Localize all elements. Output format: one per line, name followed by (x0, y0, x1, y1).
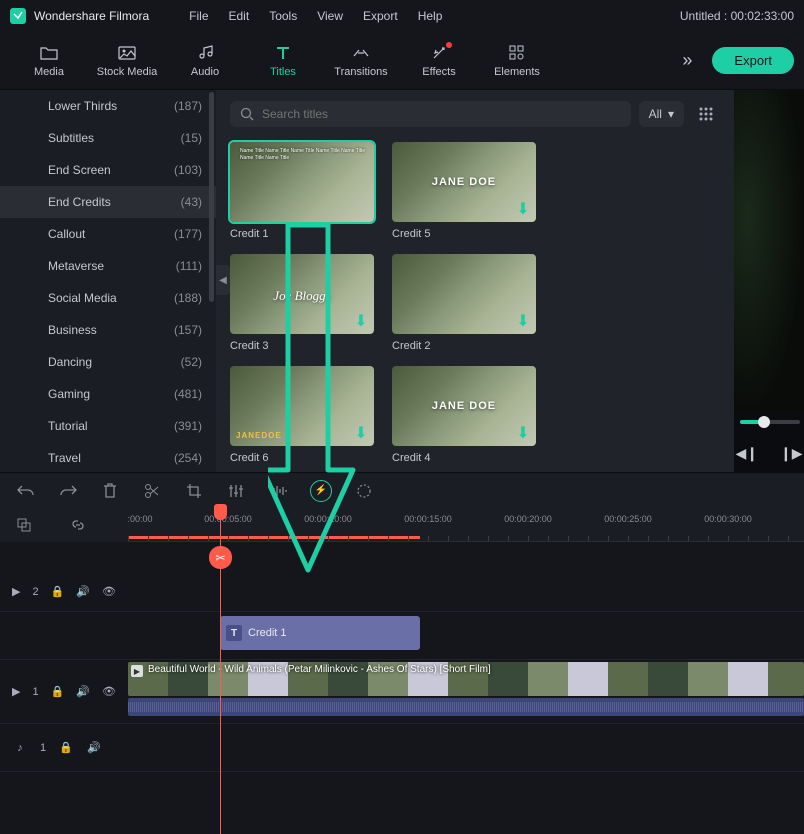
download-icon[interactable]: ⬇ (352, 424, 370, 442)
undo-button[interactable] (16, 481, 36, 501)
app-name: Wondershare Filmora (34, 9, 149, 23)
search-icon (240, 107, 254, 121)
grid-view-toggle[interactable] (692, 100, 720, 128)
next-frame-button[interactable]: ❙▶ (780, 445, 803, 462)
lock-icon[interactable]: 🔒 (51, 685, 65, 698)
clip-title[interactable]: T Credit 1 (220, 616, 420, 650)
category-subtitles[interactable]: Subtitles(15) (0, 122, 216, 154)
lock-icon[interactable]: 🔒 (51, 585, 65, 598)
tab-stock-media[interactable]: Stock Media (88, 36, 166, 86)
track-video-icon: ▶ (12, 685, 21, 698)
thumb-credit-3[interactable]: Joe Bloggs⬇ Credit 3 (230, 254, 374, 352)
export-button[interactable]: Export (712, 47, 794, 74)
timeline-link-icon[interactable] (70, 517, 86, 533)
visibility-icon[interactable]: 👁 (102, 685, 116, 698)
volume-slider[interactable] (740, 420, 800, 424)
tab-titles[interactable]: Titles (244, 36, 322, 86)
track-audio-icon: ♪ (12, 742, 28, 754)
thumb-credit-2[interactable]: ⬇ Credit 2 (392, 254, 536, 352)
category-social-media[interactable]: Social Media(188) (0, 282, 216, 314)
category-gaming[interactable]: Gaming(481) (0, 378, 216, 410)
audio-edit-button[interactable] (268, 481, 288, 501)
category-travel[interactable]: Travel(254) (0, 442, 216, 472)
main-menu: File Edit Tools View Export Help (189, 9, 442, 23)
clip-video[interactable]: ▶ Beautiful World - Wild Animals (Petar … (128, 662, 804, 696)
playhead[interactable]: ✂ (220, 508, 221, 834)
category-end-screen[interactable]: End Screen(103) (0, 154, 216, 186)
adjust-button[interactable] (226, 481, 246, 501)
menu-file[interactable]: File (189, 9, 208, 23)
preview-panel: ◀❙ ❙▶ (734, 90, 804, 472)
music-icon (196, 44, 214, 62)
sidebar-collapse-handle[interactable]: ◀ (216, 265, 230, 295)
mute-icon[interactable]: 🔊 (86, 741, 102, 754)
thumb-credit-6[interactable]: JANEDOE⬇ Credit 6 (230, 366, 374, 464)
visibility-icon[interactable]: 👁 (102, 585, 116, 598)
main-panel: Lower Thirds(187) Subtitles(15) End Scre… (0, 90, 804, 472)
tab-audio[interactable]: Audio (166, 36, 244, 86)
download-icon[interactable]: ⬇ (514, 200, 532, 218)
timeline-snap-icon[interactable] (16, 517, 32, 533)
chevron-down-icon: ▾ (668, 107, 674, 121)
category-business[interactable]: Business(157) (0, 314, 216, 346)
menu-edit[interactable]: Edit (229, 9, 250, 23)
menu-export[interactable]: Export (363, 9, 398, 23)
split-button[interactable] (142, 481, 162, 501)
timeline-ruler[interactable]: :00:00 00:00:05:00 00:00:10:00 00:00:15:… (128, 508, 804, 542)
mute-icon[interactable]: 🔊 (76, 585, 90, 598)
timeline-toolbar: ⚡ (0, 472, 804, 508)
download-icon[interactable]: ⬇ (514, 424, 532, 442)
tab-media[interactable]: Media (10, 36, 88, 86)
color-button[interactable] (354, 481, 374, 501)
tab-elements[interactable]: Elements (478, 36, 556, 86)
media-tabs: Media Stock Media Audio Titles Transitio… (0, 32, 804, 90)
redo-button[interactable] (58, 481, 78, 501)
elements-icon (508, 44, 526, 62)
category-metaverse[interactable]: Metaverse(111) (0, 250, 216, 282)
playhead-split-icon[interactable]: ✂ (209, 546, 232, 569)
preview-viewport (734, 90, 804, 412)
lock-icon[interactable]: 🔒 (58, 741, 74, 754)
thumb-credit-4[interactable]: JANE DOE⬇ Credit 4 (392, 366, 536, 464)
download-icon[interactable]: ⬇ (352, 312, 370, 330)
crop-button[interactable] (184, 481, 204, 501)
search-input[interactable] (262, 107, 621, 121)
folder-icon (40, 44, 58, 62)
titles-browser: All ▾ Name Title Name Title Name Title N… (216, 90, 734, 472)
category-lower-thirds[interactable]: Lower Thirds(187) (0, 90, 216, 122)
category-sidebar: Lower Thirds(187) Subtitles(15) End Scre… (0, 90, 216, 472)
menu-tools[interactable]: Tools (269, 9, 297, 23)
more-tabs-icon[interactable]: » (682, 50, 692, 71)
project-info: Untitled : 00:02:33:00 (680, 9, 794, 23)
timeline: :00:00 00:00:05:00 00:00:10:00 00:00:15:… (0, 508, 804, 834)
titles-icon (274, 44, 292, 62)
clip-audio-waveform[interactable] (128, 698, 804, 716)
transitions-icon (352, 44, 370, 62)
menu-view[interactable]: View (317, 9, 343, 23)
category-callout[interactable]: Callout(177) (0, 218, 216, 250)
app-logo-icon (10, 8, 26, 24)
category-tutorial[interactable]: Tutorial(391) (0, 410, 216, 442)
filter-dropdown[interactable]: All ▾ (639, 101, 684, 127)
prev-frame-button[interactable]: ◀❙ (736, 445, 759, 462)
playhead-marker-icon (214, 504, 227, 520)
tab-effects[interactable]: Effects (400, 36, 478, 86)
titlebar: Wondershare Filmora File Edit Tools View… (0, 0, 804, 32)
thumb-credit-5[interactable]: JANE DOE⬇ Credit 5 (392, 142, 536, 240)
thumbnails-grid: Name Title Name Title Name Title Name Ti… (216, 138, 734, 468)
stock-icon (118, 44, 136, 62)
download-icon[interactable]: ⬇ (514, 312, 532, 330)
track-title-icon: ▶ (12, 585, 21, 598)
delete-button[interactable] (100, 481, 120, 501)
speed-button[interactable]: ⚡ (310, 480, 332, 502)
thumb-credit-1[interactable]: Name Title Name Title Name Title Name Ti… (230, 142, 374, 240)
tab-transitions[interactable]: Transitions (322, 36, 400, 86)
category-dancing[interactable]: Dancing(52) (0, 346, 216, 378)
search-box[interactable] (230, 101, 631, 127)
menu-help[interactable]: Help (418, 9, 443, 23)
effects-icon (430, 44, 448, 62)
category-end-credits[interactable]: End Credits(43) (0, 186, 216, 218)
mute-icon[interactable]: 🔊 (76, 685, 90, 698)
